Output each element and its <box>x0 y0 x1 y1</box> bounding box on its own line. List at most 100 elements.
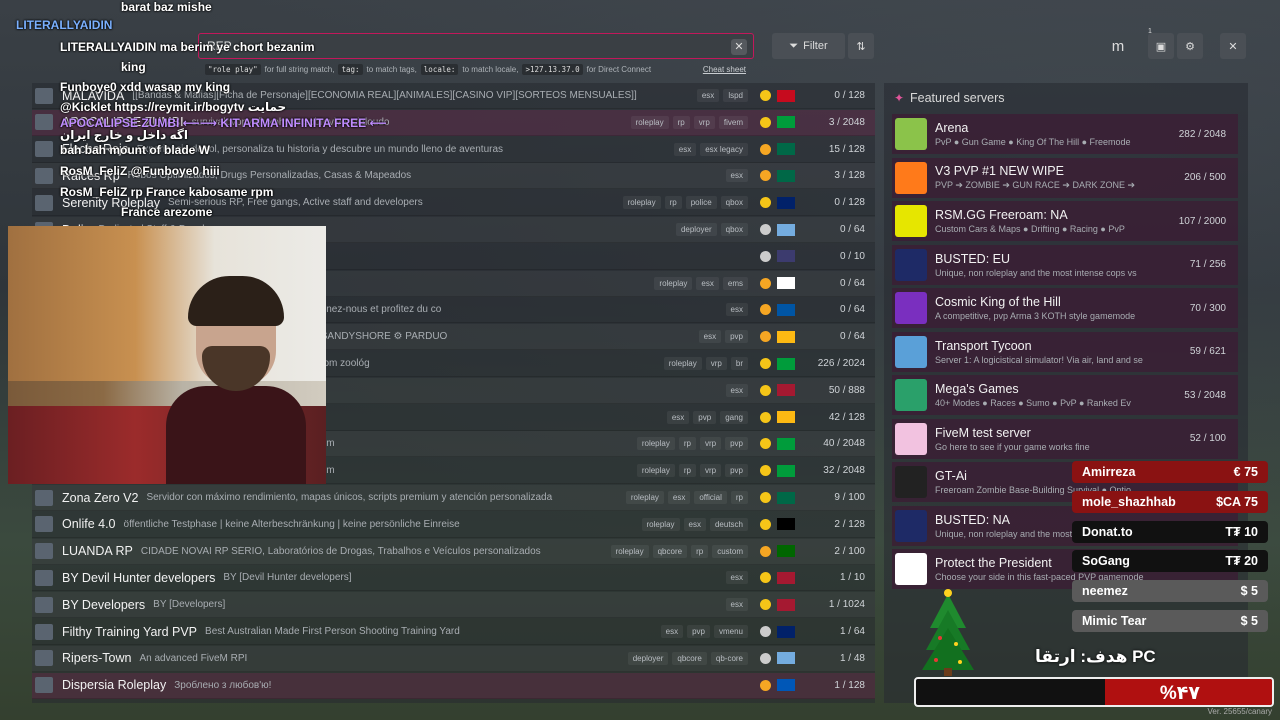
server-tag[interactable]: custom <box>712 544 748 558</box>
server-tag[interactable]: esx <box>698 330 722 344</box>
avatar[interactable]: m <box>1104 33 1132 59</box>
close-button[interactable]: ✕ <box>1220 33 1246 59</box>
server-tag[interactable]: esx <box>725 571 748 585</box>
cheat-sheet-link[interactable]: Cheat sheet <box>703 65 746 74</box>
server-row[interactable]: Filthy Training Yard PVP Best Australian … <box>32 619 875 645</box>
server-tag[interactable]: vrp <box>699 437 722 451</box>
featured-server-icon <box>895 379 927 411</box>
featured-server[interactable]: BUSTED: EU Unique, non roleplay and the m… <box>892 244 1238 285</box>
queue-button[interactable]: ▣ <box>1148 33 1174 59</box>
featured-server[interactable]: Arena PvP ● Gun Game ● King Of The Hill ●… <box>892 114 1238 154</box>
featured-server-icon <box>895 466 927 498</box>
server-tag[interactable]: roleplay <box>625 491 664 504</box>
server-tag[interactable]: esx <box>725 598 748 612</box>
player-count: 2 / 100 <box>834 545 865 557</box>
donor-name: Mimic Tear <box>1082 614 1147 628</box>
server-tag[interactable]: roleplay <box>610 544 649 558</box>
featured-server[interactable]: RSM.GG Freeroam: NA Custom Cars & Maps ● … <box>892 201 1238 241</box>
server-tag[interactable]: qbcore <box>672 651 707 665</box>
server-tag[interactable]: qb-core <box>710 651 748 665</box>
server-tag[interactable]: fivem <box>718 115 748 129</box>
status-icon <box>760 518 771 530</box>
server-tag[interactable]: qbox <box>720 223 748 236</box>
server-tag[interactable]: esx <box>673 142 697 156</box>
server-tag[interactable]: esx <box>696 89 720 102</box>
server-row[interactable]: Ripers-Town An advanced FiveM RPI deployer… <box>32 645 875 672</box>
server-tag[interactable]: roleplay <box>654 276 693 290</box>
server-tag[interactable]: esx <box>660 625 684 638</box>
server-tag[interactable]: pvp <box>693 410 717 424</box>
player-count: 226 / 2024 <box>817 358 865 369</box>
server-row[interactable]: BY Devil Hunter developers BY [Devil Hunt… <box>32 565 875 592</box>
server-tag[interactable]: br <box>730 357 748 370</box>
status-icon <box>760 331 771 343</box>
server-tag[interactable]: pvp <box>687 625 710 638</box>
server-tag[interactable]: roleplay <box>622 196 661 210</box>
server-tag[interactable]: rp <box>664 196 682 210</box>
featured-server[interactable]: Transport Tycoon Server 1: A logicistical… <box>892 331 1238 372</box>
server-tag[interactable]: pvp <box>725 464 748 478</box>
server-tag[interactable]: lspd <box>723 89 748 102</box>
server-tag[interactable]: qbox <box>720 196 748 210</box>
featured-server-text: Transport Tycoon Server 1: A logicistical… <box>935 339 1190 365</box>
server-row[interactable]: Zona Zero V2 Servidor con máximo rendimie… <box>32 485 875 511</box>
featured-server-name: Cosmic King of the Hill <box>935 295 1061 309</box>
close-icon[interactable]: ✕ <box>731 39 747 55</box>
server-tag[interactable]: rp <box>678 437 696 451</box>
server-tag[interactable]: rp <box>691 544 709 558</box>
server-tag[interactable]: ems <box>722 276 748 290</box>
server-tag[interactable]: vrp <box>699 464 722 478</box>
server-tag[interactable]: deployer <box>627 651 669 665</box>
status-icon <box>760 572 771 584</box>
server-tag[interactable]: deutsch <box>709 517 748 531</box>
server-tag[interactable]: qbcore <box>652 544 688 558</box>
server-tag[interactable]: rp <box>730 491 748 504</box>
server-row[interactable]: LUANDA RP CIDADE NOVAI RP SÉRIO, Laborató… <box>32 538 875 565</box>
status-icon <box>760 626 771 637</box>
server-tag[interactable]: vrp <box>705 357 727 370</box>
server-tag[interactable]: vmenu <box>713 625 748 638</box>
featured-server[interactable]: FiveM test server Go here to see if your … <box>892 418 1238 459</box>
sort-button[interactable]: ⇅ <box>848 33 874 59</box>
server-tag[interactable]: roleplay <box>630 115 669 129</box>
server-tag[interactable]: esx <box>667 491 691 504</box>
queue-badge: 1 <box>1148 28 1152 35</box>
featured-server[interactable]: Mega's Games 40+ Modes ● Races ● Sumo ● P… <box>892 375 1238 415</box>
server-tag[interactable]: roleplay <box>636 464 675 478</box>
server-tag[interactable]: official <box>694 491 727 504</box>
server-tag[interactable]: pvp <box>725 437 748 451</box>
server-tag[interactable]: gang <box>720 410 748 424</box>
status-icon <box>760 143 771 155</box>
server-tag[interactable]: rp <box>678 464 696 478</box>
featured-server-text: Cosmic King of the Hill A competitive, pv… <box>935 295 1190 321</box>
filter-button[interactable]: ⏷ Filter <box>772 33 845 59</box>
server-tag[interactable]: deployer <box>675 223 717 236</box>
server-tag[interactable]: esx <box>725 303 748 317</box>
server-tag[interactable]: roleplay <box>663 357 702 370</box>
server-tag[interactable]: pvp <box>725 330 748 344</box>
featured-header: Featured servers <box>910 91 1005 105</box>
server-tags: esx <box>725 169 748 183</box>
server-tag[interactable]: police <box>685 196 717 210</box>
featured-server-description: Unique, non roleplay and the most intens… <box>935 267 1137 278</box>
status-icon <box>760 465 771 477</box>
server-tag[interactable]: vrp <box>693 115 715 129</box>
featured-server-icon <box>895 161 927 194</box>
server-tag[interactable]: esx <box>725 383 748 397</box>
server-tag[interactable]: roleplay <box>636 437 675 451</box>
flag-icon <box>777 571 795 584</box>
server-tag[interactable]: roleplay <box>641 517 680 531</box>
server-tags: esx <box>725 383 748 397</box>
server-row[interactable]: Dispersia Roleplay Зроблено з любов'ю! 1 /… <box>32 672 875 699</box>
server-tag[interactable]: esx <box>725 169 748 183</box>
featured-server[interactable]: V3 PVP #1 NEW WIPE PVP ➔ ZOMBIE ➔ GUN RAC… <box>892 157 1238 198</box>
server-tag[interactable]: esx legacy <box>700 142 748 156</box>
server-tag[interactable]: esx <box>683 517 706 531</box>
settings-button[interactable]: ⚙ <box>1177 33 1203 59</box>
server-row[interactable]: Onlife 4.0 öffentliche Testphase | keine … <box>32 512 875 538</box>
featured-server[interactable]: Cosmic King of the Hill A competitive, pv… <box>892 288 1238 328</box>
server-row[interactable]: BY Developers BY [Developers] esx 1 / 1024 <box>32 592 875 619</box>
server-tag[interactable]: esx <box>666 410 690 424</box>
server-tag[interactable]: rp <box>672 115 690 129</box>
server-tag[interactable]: esx <box>696 276 719 290</box>
